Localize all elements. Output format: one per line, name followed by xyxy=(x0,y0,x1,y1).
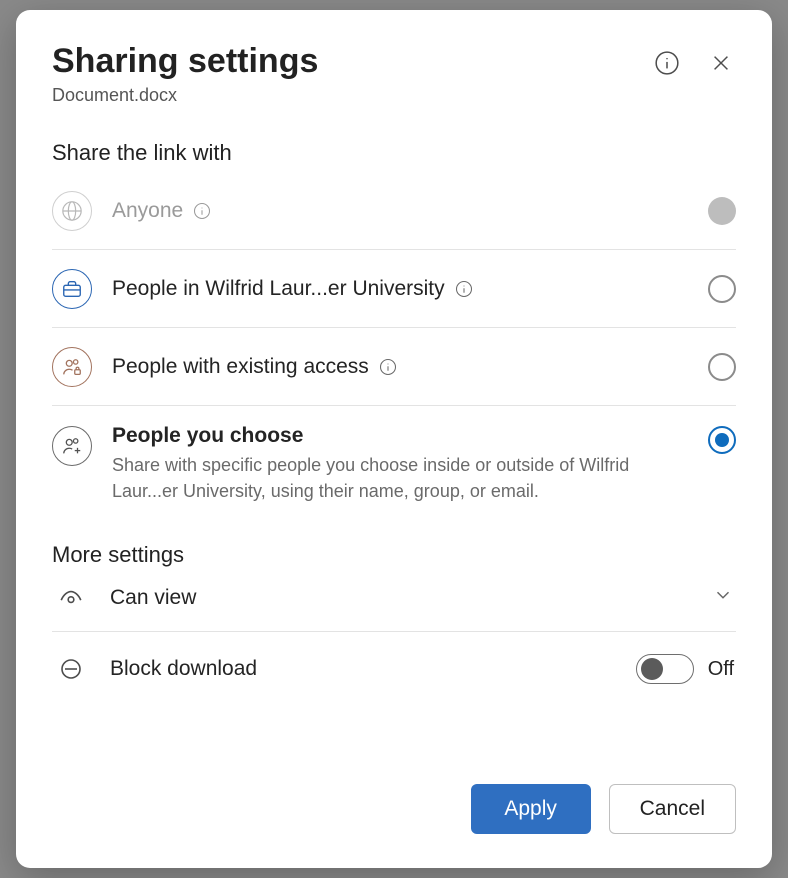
option-organization-radio[interactable] xyxy=(708,275,736,303)
globe-icon xyxy=(52,191,92,231)
block-download-toggle-group: Off xyxy=(636,654,734,684)
info-button[interactable] xyxy=(652,48,682,78)
permission-label: Can view xyxy=(110,586,688,610)
people-add-icon xyxy=(52,426,92,466)
option-specific-description: Share with specific people you choose in… xyxy=(112,452,688,504)
option-anyone-label-row: Anyone xyxy=(112,199,688,223)
eye-icon xyxy=(56,585,86,611)
info-icon[interactable] xyxy=(193,202,211,220)
option-organization-label-row: People in Wilfrid Laur...er University xyxy=(112,277,688,301)
close-button[interactable] xyxy=(706,48,736,78)
share-link-heading: Share the link with xyxy=(52,140,736,166)
dialog-title: Sharing settings xyxy=(52,42,318,81)
block-download-label: Block download xyxy=(110,657,612,681)
block-download-state: Off xyxy=(708,658,734,681)
option-specific-label: People you choose xyxy=(112,424,303,448)
option-existing-radio[interactable] xyxy=(708,353,736,381)
dialog-file-name: Document.docx xyxy=(52,85,318,106)
block-download-row: Block download Off xyxy=(52,632,736,694)
toggle-knob xyxy=(641,658,663,680)
option-specific-body: People you choose Share with specific pe… xyxy=(112,424,688,504)
dialog-header-buttons xyxy=(652,48,736,78)
apply-button[interactable]: Apply xyxy=(471,784,591,834)
option-organization-label: People in Wilfrid Laur...er University xyxy=(112,277,445,301)
option-specific-people[interactable]: People you choose Share with specific pe… xyxy=(52,406,736,518)
info-icon[interactable] xyxy=(455,280,473,298)
option-existing-label: People with existing access xyxy=(112,355,369,379)
option-existing-body: People with existing access xyxy=(112,355,688,379)
option-anyone[interactable]: Anyone xyxy=(52,172,736,250)
option-specific-radio[interactable] xyxy=(708,426,736,454)
sharing-settings-dialog: Sharing settings Document.docx xyxy=(16,10,772,868)
dialog-footer: Apply Cancel xyxy=(52,756,736,834)
more-settings-heading: More settings xyxy=(52,542,736,568)
option-anyone-label: Anyone xyxy=(112,199,183,223)
block-icon xyxy=(56,657,86,681)
chevron-down-icon xyxy=(712,584,734,611)
people-lock-icon xyxy=(52,347,92,387)
option-specific-label-row: People you choose xyxy=(112,424,688,448)
close-icon xyxy=(710,52,732,74)
permission-dropdown[interactable]: Can view xyxy=(52,570,736,632)
dialog-header-text: Sharing settings Document.docx xyxy=(52,42,318,106)
option-anyone-body: Anyone xyxy=(112,199,688,223)
info-icon[interactable] xyxy=(379,358,397,376)
info-icon xyxy=(654,50,680,76)
option-existing-label-row: People with existing access xyxy=(112,355,688,379)
option-existing-access[interactable]: People with existing access xyxy=(52,328,736,406)
option-organization[interactable]: People in Wilfrid Laur...er University xyxy=(52,250,736,328)
briefcase-icon xyxy=(52,269,92,309)
dialog-header: Sharing settings Document.docx xyxy=(52,42,736,106)
block-download-toggle[interactable] xyxy=(636,654,694,684)
option-organization-body: People in Wilfrid Laur...er University xyxy=(112,277,688,301)
cancel-button[interactable]: Cancel xyxy=(609,784,736,834)
option-anyone-radio xyxy=(708,197,736,225)
